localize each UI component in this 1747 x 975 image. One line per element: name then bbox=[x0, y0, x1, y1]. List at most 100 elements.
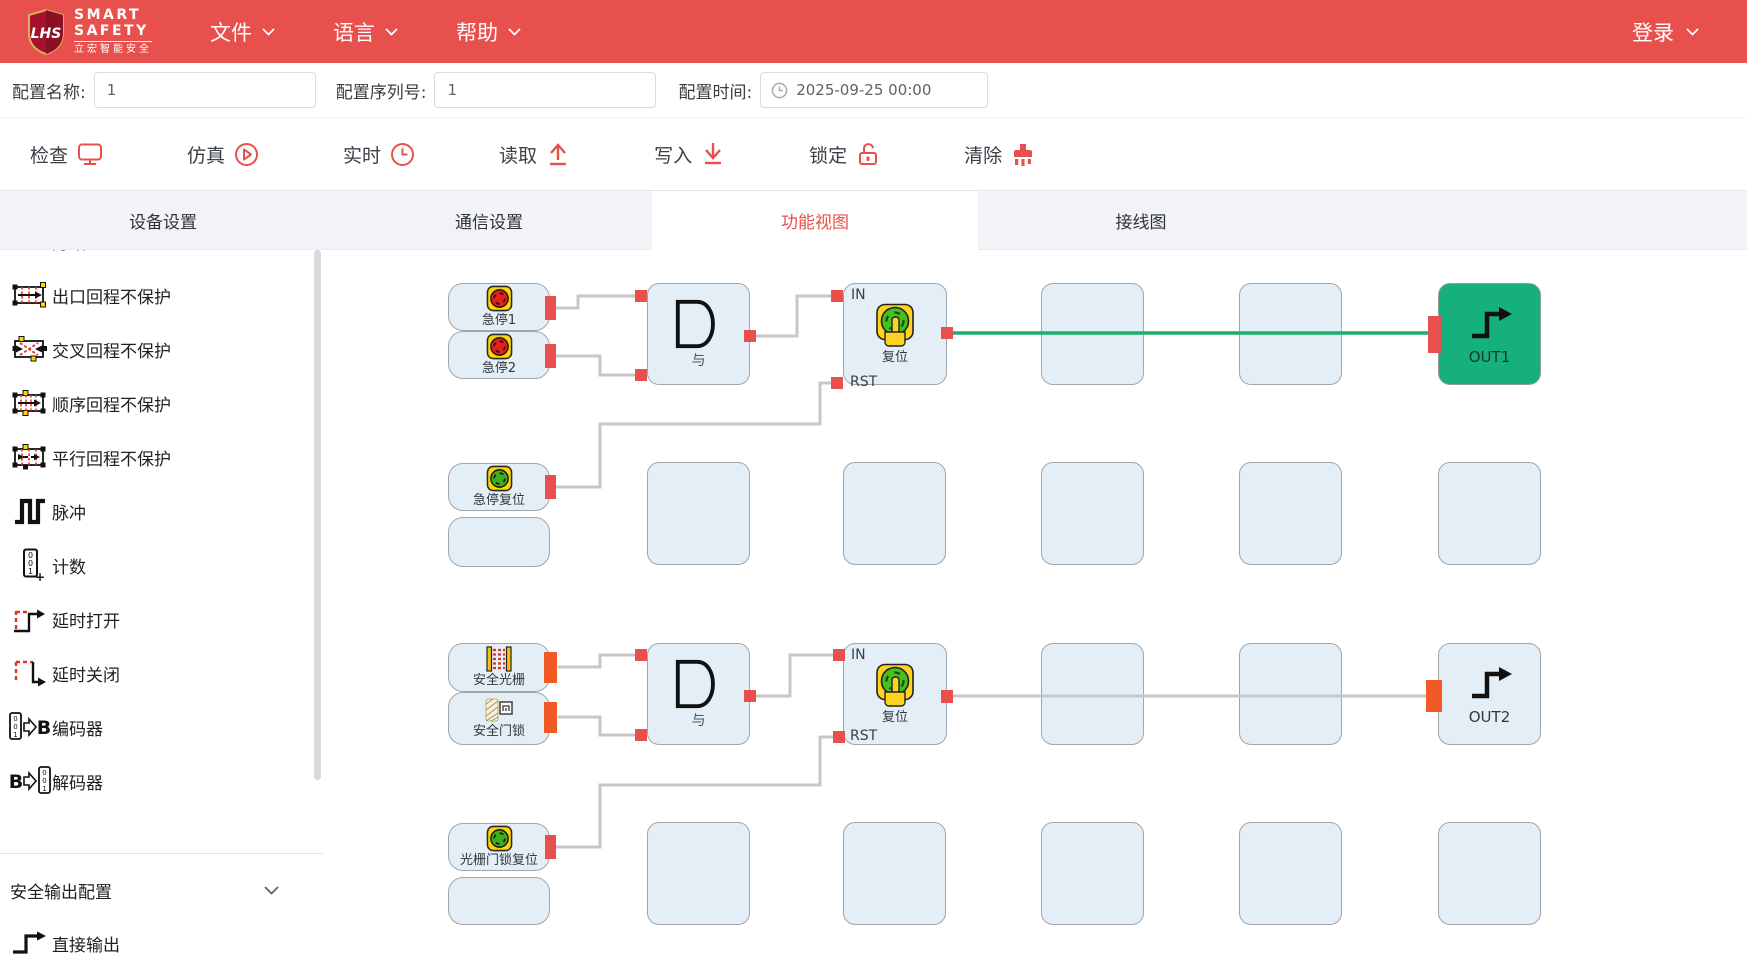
block-curtain-lock-reset[interactable]: 光栅门锁复位 bbox=[448, 823, 550, 871]
empty-slot[interactable] bbox=[1239, 643, 1342, 745]
menu-help[interactable]: 帮助 bbox=[456, 17, 521, 47]
connection-port[interactable] bbox=[635, 290, 647, 302]
read-button[interactable]: 读取 bbox=[499, 141, 570, 168]
connection-port[interactable] bbox=[544, 702, 557, 733]
menu-language-label: 语言 bbox=[333, 17, 375, 47]
config-time-picker[interactable]: 2025-09-25 00:00 bbox=[760, 72, 988, 108]
tab-function-view[interactable]: 功能视图 bbox=[652, 191, 978, 250]
connection-port[interactable] bbox=[941, 690, 953, 703]
app-window: LHS SMART SAFETY 立宏智能安全 文件 语言 帮助 登录 bbox=[0, 0, 1747, 975]
block-estop2[interactable]: 急停2 bbox=[448, 331, 550, 379]
clock-icon bbox=[390, 142, 415, 167]
block-label: 急停2 bbox=[482, 362, 516, 376]
empty-slot[interactable] bbox=[843, 462, 946, 565]
empty-slot[interactable] bbox=[1239, 283, 1342, 385]
connection-port[interactable] bbox=[1426, 680, 1442, 712]
empty-slot[interactable] bbox=[1041, 822, 1144, 925]
login-menu[interactable]: 登录 bbox=[1632, 17, 1699, 47]
empty-slot[interactable] bbox=[448, 877, 550, 925]
tab-label: 接线图 bbox=[1116, 208, 1167, 233]
config-name-input[interactable] bbox=[94, 72, 316, 108]
palette-item-encoder[interactable]: 0 0 1 B 编码器 bbox=[0, 700, 309, 754]
empty-slot[interactable] bbox=[1438, 822, 1541, 925]
counter-icon: 0 0 1 + bbox=[8, 548, 52, 582]
play-circle-icon bbox=[234, 142, 259, 167]
menu-file[interactable]: 文件 bbox=[210, 17, 275, 47]
connection-port[interactable] bbox=[635, 729, 647, 741]
block-estop-reset[interactable]: 急停复位 bbox=[448, 463, 550, 511]
block-out1[interactable]: OUT1 bbox=[1438, 283, 1541, 385]
config-serial-input[interactable] bbox=[434, 72, 656, 108]
connection-port[interactable] bbox=[545, 344, 556, 368]
connection-port[interactable] bbox=[744, 330, 756, 342]
block-light-curtain[interactable]: 安全光栅 bbox=[448, 643, 550, 692]
block-and-gate-2[interactable]: 与 bbox=[647, 643, 750, 745]
block-door-lock[interactable]: 安全门锁 bbox=[448, 692, 550, 745]
empty-slot[interactable] bbox=[1438, 462, 1541, 565]
svg-text:0: 0 bbox=[42, 777, 46, 785]
palette-item-label: 延时打开 bbox=[52, 607, 120, 632]
check-button-label: 检查 bbox=[30, 141, 68, 168]
palette-item-parallel-loop[interactable]: 平行回程不保护 bbox=[0, 430, 309, 484]
connection-port[interactable] bbox=[544, 652, 557, 683]
tab-communication-settings[interactable]: 通信设置 bbox=[326, 191, 652, 249]
connection-port[interactable] bbox=[635, 649, 647, 661]
connection-port[interactable] bbox=[1428, 316, 1441, 353]
empty-slot[interactable] bbox=[1041, 643, 1144, 745]
block-and-gate-1[interactable]: 与 bbox=[647, 283, 750, 385]
empty-slot[interactable] bbox=[647, 462, 750, 565]
connection-port[interactable] bbox=[635, 369, 647, 381]
login-label: 登录 bbox=[1632, 17, 1674, 47]
palette-item-sequence-loop[interactable]: 顺序回程不保护 bbox=[0, 376, 309, 430]
empty-slot[interactable] bbox=[647, 822, 750, 925]
realtime-button[interactable]: 实时 bbox=[343, 141, 415, 168]
empty-slot[interactable] bbox=[1041, 462, 1144, 565]
simulate-button[interactable]: 仿真 bbox=[187, 141, 259, 168]
empty-slot[interactable] bbox=[843, 822, 946, 925]
connection-port[interactable] bbox=[833, 731, 845, 743]
write-button[interactable]: 写入 bbox=[654, 141, 725, 168]
palette-item-label: 平行回程不保护 bbox=[52, 445, 171, 470]
lock-button[interactable]: 锁定 bbox=[809, 141, 880, 168]
tab-device-settings[interactable]: 设备设置 bbox=[0, 191, 326, 249]
clock-icon bbox=[771, 82, 788, 99]
block-label: 复位 bbox=[882, 351, 908, 365]
connection-port[interactable] bbox=[831, 290, 843, 302]
block-estop1[interactable]: 急停1 bbox=[448, 283, 550, 331]
empty-slot[interactable] bbox=[448, 517, 550, 567]
tab-wiring-diagram[interactable]: 接线图 bbox=[978, 191, 1304, 249]
sequence-loop-icon bbox=[8, 389, 52, 417]
empty-slot[interactable] bbox=[1239, 462, 1342, 565]
empty-slot[interactable] bbox=[1041, 283, 1144, 385]
palette-item-delay-close[interactable]: 延时关闭 bbox=[0, 646, 309, 700]
palette-item-bypass[interactable]: 旁路 bbox=[0, 250, 309, 268]
sidebar-scrollbar[interactable] bbox=[314, 250, 321, 780]
palette-item-counter[interactable]: 0 0 1 + 计数 bbox=[0, 538, 309, 592]
menu-language[interactable]: 语言 bbox=[333, 17, 398, 47]
block-label: 与 bbox=[692, 714, 706, 729]
brand-text: SMART SAFETY 立宏智能安全 bbox=[74, 8, 152, 55]
menu-help-label: 帮助 bbox=[456, 17, 498, 47]
connection-port[interactable] bbox=[545, 835, 556, 859]
check-button[interactable]: 检查 bbox=[30, 141, 103, 168]
palette-item-label: 计数 bbox=[52, 553, 86, 578]
download-arrow-icon bbox=[701, 141, 725, 167]
palette-item-cross-loop[interactable]: 交叉回程不保护 bbox=[0, 322, 309, 376]
palette-item-exit-loop[interactable]: 出口回程不保护 bbox=[0, 268, 309, 322]
connection-port[interactable] bbox=[833, 649, 845, 661]
clear-button[interactable]: 清除 bbox=[964, 141, 1035, 168]
palette-item-decoder[interactable]: B 0 0 1 解码器 bbox=[0, 754, 309, 808]
safety-output-section-header[interactable]: 安全输出配置 bbox=[0, 863, 309, 917]
palette-item-pulse[interactable]: 脉冲 bbox=[0, 484, 309, 538]
palette-item-delay-open[interactable]: 延时打开 bbox=[0, 592, 309, 646]
palette-item-label: 解码器 bbox=[52, 769, 103, 794]
connection-port[interactable] bbox=[744, 690, 756, 702]
connection-port[interactable] bbox=[941, 327, 953, 339]
connection-port[interactable] bbox=[831, 377, 843, 389]
connection-port[interactable] bbox=[545, 296, 556, 320]
menu-file-label: 文件 bbox=[210, 17, 252, 47]
palette-item-direct-output[interactable]: 直接输出 bbox=[0, 916, 309, 970]
block-out2[interactable]: OUT2 bbox=[1438, 643, 1541, 745]
empty-slot[interactable] bbox=[1239, 822, 1342, 925]
connection-port[interactable] bbox=[545, 475, 556, 499]
